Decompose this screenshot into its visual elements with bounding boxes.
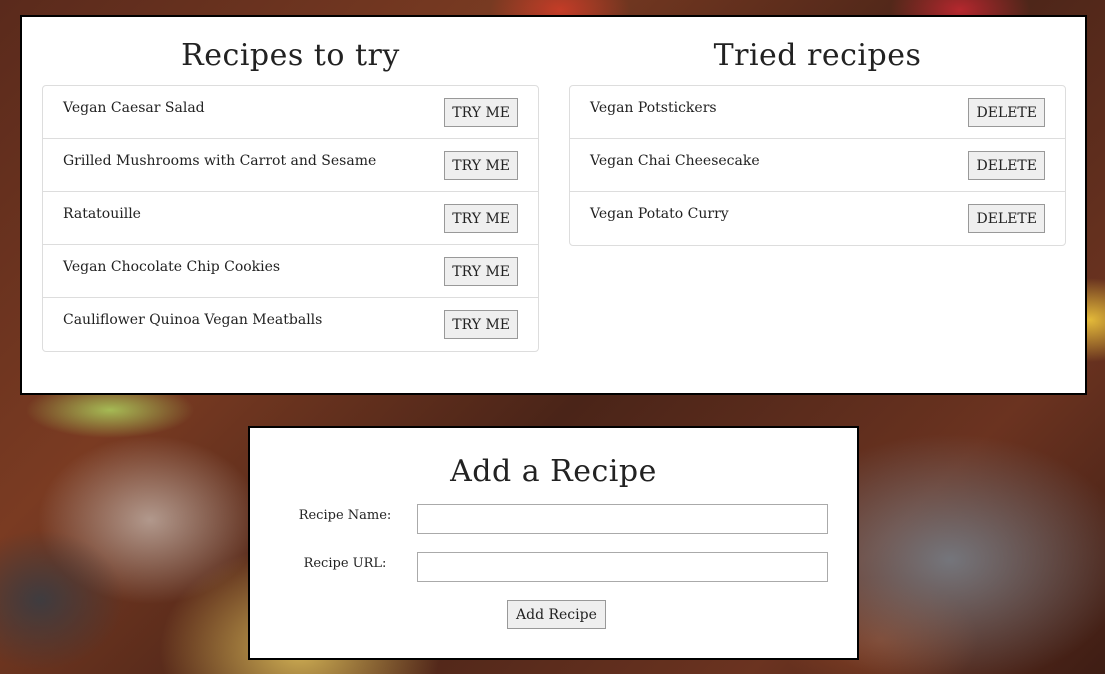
recipe-url-input[interactable] <box>417 552 828 582</box>
list-item: Cauliflower Quinoa Vegan Meatballs TRY M… <box>43 298 538 351</box>
delete-button[interactable]: DELETE <box>968 204 1045 233</box>
recipe-name: Vegan Chocolate Chip Cookies <box>63 259 281 275</box>
recipes-to-try-list: Vegan Caesar Salad TRY ME Grilled Mushro… <box>42 85 539 352</box>
list-item: Vegan Chai Cheesecake DELETE <box>570 139 1065 192</box>
list-item: Vegan Potstickers DELETE <box>570 86 1065 139</box>
try-me-button[interactable]: TRY ME <box>444 204 518 233</box>
tried-recipes-list: Vegan Potstickers DELETE Vegan Chai Chee… <box>569 85 1066 246</box>
recipe-name: Ratatouille <box>63 206 141 222</box>
list-item: Ratatouille TRY ME <box>43 192 538 245</box>
recipe-name: Vegan Potato Curry <box>590 206 729 222</box>
add-recipe-button[interactable]: Add Recipe <box>507 600 606 629</box>
recipe-name-label: Recipe Name: <box>298 508 392 523</box>
recipe-url-row: Recipe URL: <box>250 552 857 582</box>
recipes-to-try-title: Recipes to try <box>181 38 400 73</box>
tried-recipes-title: Tried recipes <box>713 38 922 73</box>
list-item: Vegan Caesar Salad TRY ME <box>43 86 538 139</box>
recipes-to-try-column: Recipes to try Vegan Caesar Salad TRY ME… <box>42 17 539 352</box>
try-me-button[interactable]: TRY ME <box>444 98 518 127</box>
recipe-lists-panel: Recipes to try Vegan Caesar Salad TRY ME… <box>20 15 1087 395</box>
list-item: Grilled Mushrooms with Carrot and Sesame… <box>43 139 538 192</box>
recipe-name-input[interactable] <box>417 504 828 534</box>
recipe-url-label: Recipe URL: <box>303 556 387 571</box>
add-recipe-title: Add a Recipe <box>450 454 657 489</box>
recipe-name: Vegan Potstickers <box>590 100 717 116</box>
try-me-button[interactable]: TRY ME <box>444 151 518 180</box>
recipe-name: Grilled Mushrooms with Carrot and Sesame <box>63 153 377 169</box>
tried-recipes-column: Tried recipes Vegan Potstickers DELETE V… <box>569 17 1066 246</box>
try-me-button[interactable]: TRY ME <box>444 257 518 286</box>
delete-button[interactable]: DELETE <box>968 98 1045 127</box>
add-recipe-panel: Add a Recipe Recipe Name: Recipe URL: Ad… <box>248 426 859 660</box>
recipe-name: Vegan Caesar Salad <box>63 100 205 116</box>
recipe-name: Vegan Chai Cheesecake <box>590 153 760 169</box>
recipe-name-row: Recipe Name: <box>250 504 857 534</box>
try-me-button[interactable]: TRY ME <box>444 310 518 339</box>
list-item: Vegan Potato Curry DELETE <box>570 192 1065 245</box>
list-item: Vegan Chocolate Chip Cookies TRY ME <box>43 245 538 298</box>
delete-button[interactable]: DELETE <box>968 151 1045 180</box>
recipe-name: Cauliflower Quinoa Vegan Meatballs <box>63 312 323 328</box>
